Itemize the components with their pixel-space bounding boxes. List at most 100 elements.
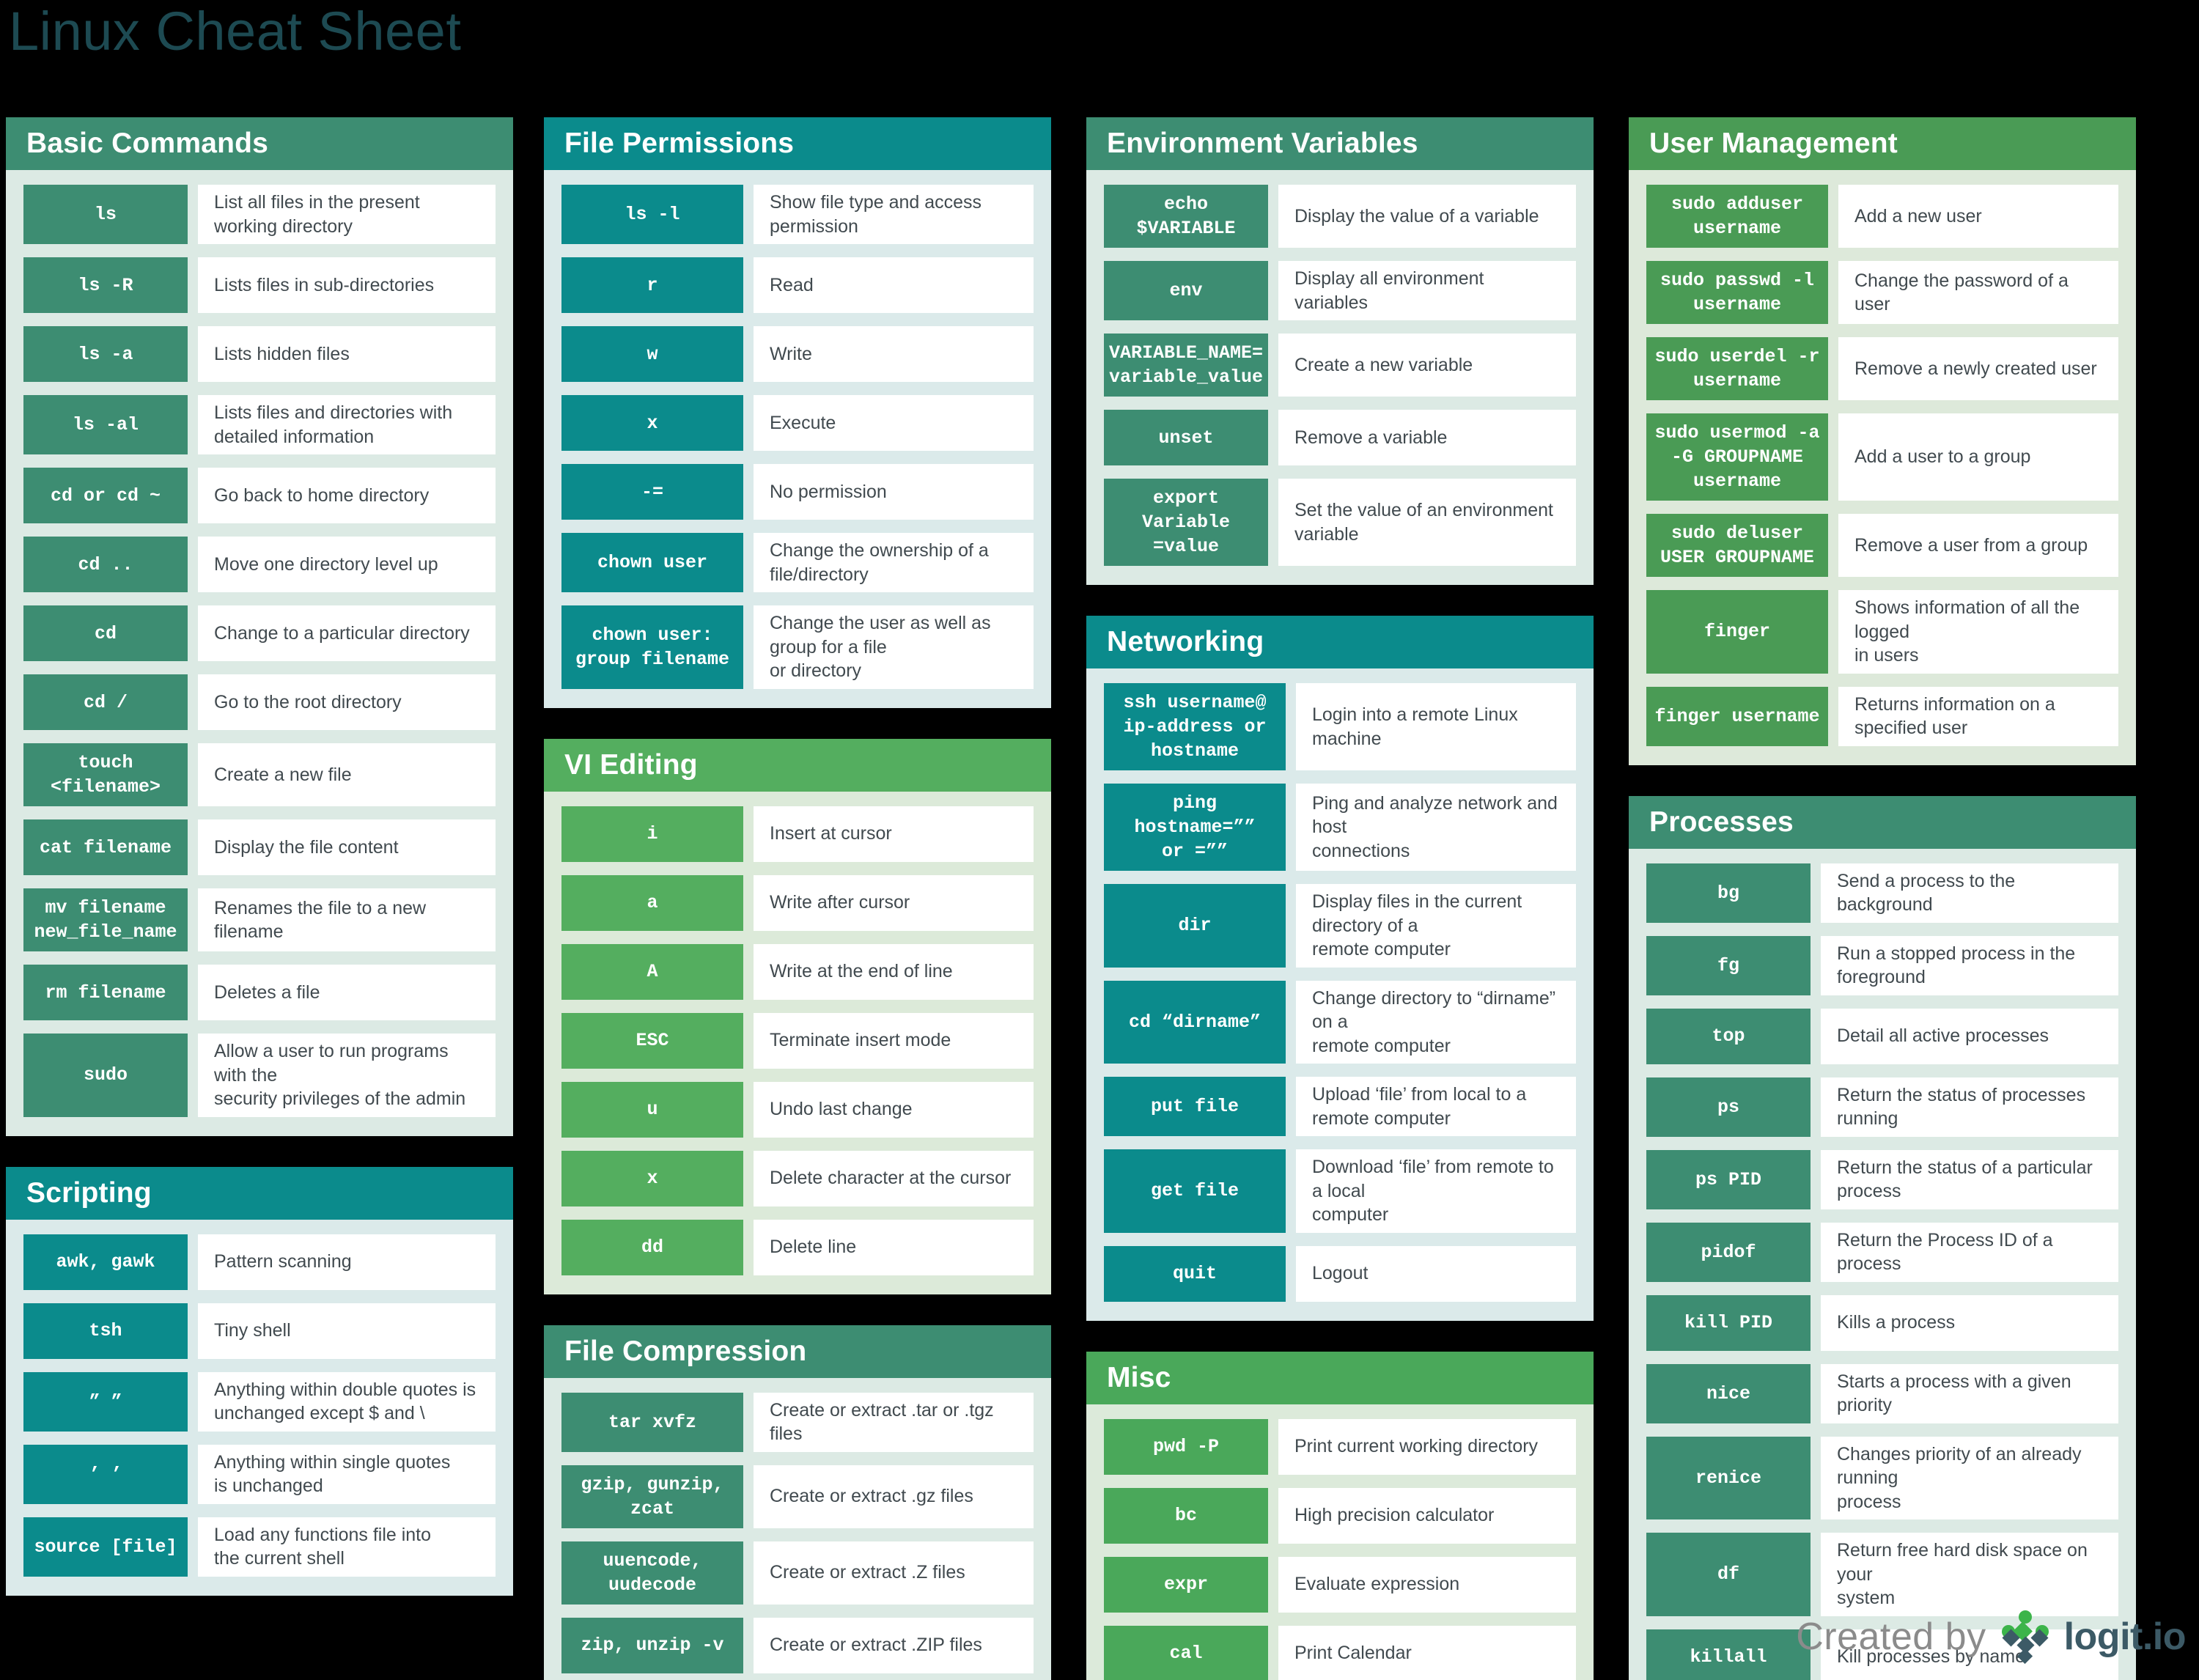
command-chip[interactable]: touch <filename>	[23, 743, 188, 806]
command-chip[interactable]: fg	[1646, 935, 1811, 995]
command-chip[interactable]: ls -R	[23, 257, 188, 313]
command-chip[interactable]: sudo passwd -l username	[1646, 261, 1828, 324]
command-row: source [file] Load any functions file int…	[23, 1517, 496, 1577]
command-chip[interactable]: ls -l	[561, 185, 743, 244]
command-chip[interactable]: export Variable =value	[1104, 479, 1268, 566]
command-chip[interactable]: zip, unzip -v	[561, 1617, 743, 1673]
command-chip[interactable]: source [file]	[23, 1517, 188, 1577]
command-row: dir Display files in the current director…	[1104, 884, 1576, 968]
section-rows: ls List all files in the present working …	[6, 170, 513, 1136]
command-chip[interactable]: a	[561, 874, 743, 931]
command-chip[interactable]: ’ ’	[23, 1444, 188, 1504]
command-chip[interactable]: env	[1104, 261, 1268, 320]
command-chip[interactable]: nice	[1646, 1363, 1811, 1423]
command-chip[interactable]: quit	[1104, 1245, 1286, 1302]
command-chip[interactable]: get file	[1104, 1149, 1286, 1233]
section-title: User Management	[1649, 128, 1898, 159]
command-chip[interactable]: killall	[1646, 1629, 1811, 1680]
command-chip[interactable]: tsh	[23, 1303, 188, 1359]
command-chip[interactable]: cd ..	[23, 537, 188, 592]
command-chip[interactable]: VARIABLE_NAME= variable_value	[1104, 334, 1268, 397]
command-description: Set the value of an environment variable	[1278, 479, 1576, 566]
command-chip[interactable]: expr	[1104, 1556, 1268, 1613]
command-chip[interactable]: ps	[1646, 1077, 1811, 1137]
command-chip[interactable]: x	[561, 395, 743, 451]
command-chip[interactable]: mv filename new_file_name	[23, 888, 188, 951]
command-chip[interactable]: ” ”	[23, 1371, 188, 1432]
command-chip[interactable]: ssh username@ ip-address or hostname	[1104, 683, 1286, 770]
command-description: Move one directory level up	[198, 537, 496, 592]
command-chip[interactable]: x	[561, 1150, 743, 1206]
command-chip[interactable]: awk, gawk	[23, 1234, 188, 1290]
command-chip[interactable]: rm filename	[23, 965, 188, 1020]
section-file-compression: File Compression tar xvfz Create or extra…	[544, 1325, 1051, 1680]
command-chip[interactable]: sudo deluser USER GROUPNAME	[1646, 514, 1828, 577]
command-row: fg Run a stopped process in the foregroun…	[1646, 935, 2118, 995]
command-chip[interactable]: sudo	[23, 1034, 188, 1117]
command-row: r Read	[561, 257, 1034, 313]
column-4: User Management sudo adduser username Add…	[1629, 117, 2136, 1680]
command-chip[interactable]: df	[1646, 1533, 1811, 1616]
command-chip[interactable]: uuencode, uudecode	[561, 1541, 743, 1605]
command-chip[interactable]: i	[561, 806, 743, 862]
command-row: gzip, gunzip, zcat Create or extract .gz …	[561, 1465, 1034, 1528]
command-chip[interactable]: sudo usermod -a -G GROUPNAME username	[1646, 413, 1828, 501]
section-networking: Networking ssh username@ ip-address or h…	[1086, 616, 1594, 1321]
section-misc: Misc pwd -P Print current working directo…	[1086, 1351, 1594, 1680]
command-chip[interactable]: ps PID	[1646, 1149, 1811, 1209]
command-chip[interactable]: cd /	[23, 674, 188, 730]
command-chip[interactable]: sudo adduser username	[1646, 185, 1828, 248]
command-chip[interactable]: sudo userdel -r username	[1646, 337, 1828, 400]
command-chip[interactable]: ESC	[561, 1012, 743, 1069]
command-row: tar xvfz Create or extract .tar or .tgz f…	[561, 1392, 1034, 1452]
command-row: dd Delete line	[561, 1219, 1034, 1275]
command-description: Insert at cursor	[754, 806, 1034, 862]
command-chip[interactable]: ls -al	[23, 395, 188, 454]
command-chip[interactable]: kill PID	[1646, 1294, 1811, 1351]
created-by-label: Created by	[1796, 1615, 1986, 1658]
command-chip[interactable]: finger	[1646, 590, 1828, 674]
command-chip[interactable]: A	[561, 943, 743, 1000]
command-chip[interactable]: unset	[1104, 410, 1268, 465]
command-chip[interactable]: bg	[1646, 863, 1811, 923]
command-chip[interactable]: echo $VARIABLE	[1104, 185, 1268, 248]
command-chip[interactable]: dd	[561, 1219, 743, 1275]
command-row: sudo Allow a user to run programs with th…	[23, 1034, 496, 1117]
command-description: Create or extract .gz files	[754, 1465, 1034, 1528]
command-chip[interactable]: renice	[1646, 1436, 1811, 1519]
command-description: Logout	[1296, 1245, 1576, 1302]
command-chip[interactable]: top	[1646, 1008, 1811, 1064]
command-chip[interactable]: ping hostname=”” or =””	[1104, 784, 1286, 871]
command-chip[interactable]: dir	[1104, 884, 1286, 968]
command-chip[interactable]: r	[561, 257, 743, 313]
command-chip[interactable]: pwd -P	[1104, 1418, 1268, 1475]
command-chip[interactable]: cd	[23, 605, 188, 661]
command-chip[interactable]: cal	[1104, 1625, 1268, 1680]
command-chip[interactable]: cd or cd ~	[23, 468, 188, 523]
command-chip[interactable]: ls	[23, 185, 188, 244]
command-chip[interactable]: chown user	[561, 533, 743, 592]
command-chip[interactable]: u	[561, 1081, 743, 1138]
command-chip[interactable]: cd “dirname”	[1104, 980, 1286, 1064]
command-description: Tiny shell	[198, 1303, 496, 1359]
command-row: cd .. Move one directory level up	[23, 537, 496, 592]
command-description: Go back to home directory	[198, 468, 496, 523]
command-chip[interactable]: pidof	[1646, 1222, 1811, 1282]
command-chip[interactable]: -=	[561, 464, 743, 520]
command-chip[interactable]: w	[561, 326, 743, 382]
command-chip[interactable]: tar xvfz	[561, 1392, 743, 1452]
command-description: Write at the end of line	[754, 943, 1034, 1000]
section-header: Processes	[1629, 795, 2136, 849]
command-chip[interactable]: bc	[1104, 1487, 1268, 1544]
command-chip[interactable]: put file	[1104, 1077, 1286, 1136]
command-chip[interactable]: ls -a	[23, 326, 188, 382]
command-chip[interactable]: chown user: group filename	[561, 605, 743, 689]
command-chip[interactable]: finger username	[1646, 686, 1828, 746]
footer: Created by logit.io	[1796, 1610, 2187, 1664]
command-row: tsh Tiny shell	[23, 1303, 496, 1359]
command-description: Terminate insert mode	[754, 1012, 1034, 1069]
command-row: rm filename Deletes a file	[23, 965, 496, 1020]
command-chip[interactable]: gzip, gunzip, zcat	[561, 1465, 743, 1528]
section-title: Misc	[1107, 1361, 1171, 1393]
command-chip[interactable]: cat filename	[23, 819, 188, 875]
